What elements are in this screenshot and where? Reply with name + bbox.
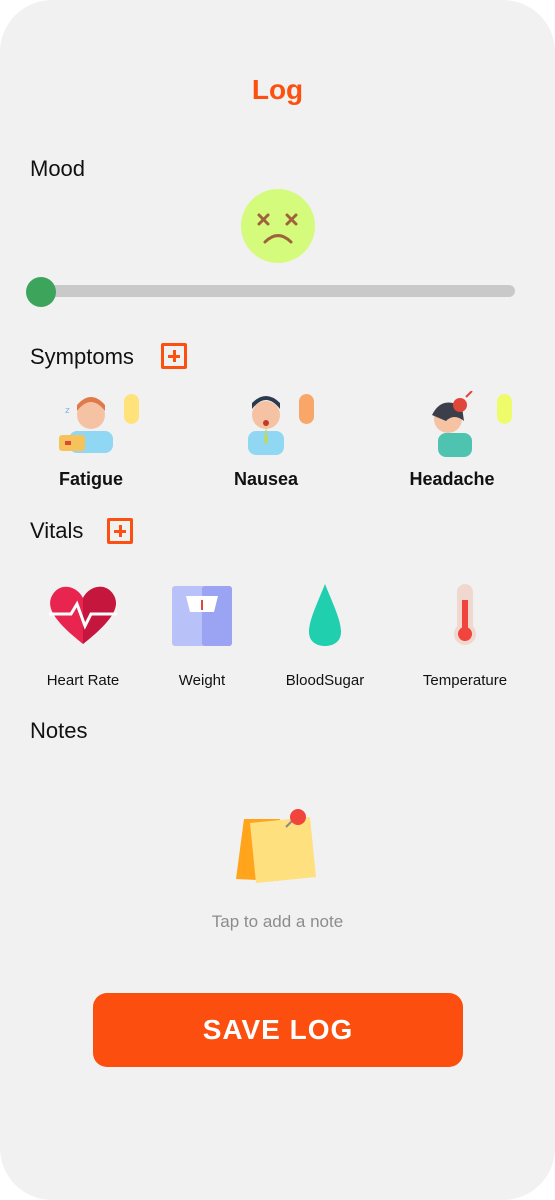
symptoms-heading: Symptoms <box>30 344 134 369</box>
svg-text:z: z <box>65 406 70 416</box>
vital-label: Heart Rate <box>46 672 120 689</box>
dizzy-sad-face-icon <box>241 189 315 263</box>
symptom-nausea[interactable]: Nausea <box>196 391 336 489</box>
symptom-label: Fatigue <box>58 469 123 489</box>
save-log-button[interactable]: SAVE LOG <box>93 993 463 1067</box>
vital-weight[interactable]: Weight <box>142 580 262 689</box>
symptom-headache[interactable]: Headache <box>382 390 522 489</box>
vitals-heading: Vitals <box>30 518 84 543</box>
nausea-person-icon <box>248 396 284 455</box>
page-title: Log <box>251 74 304 105</box>
heart-rate-icon <box>49 586 117 644</box>
symptom-label: Nausea <box>233 469 299 489</box>
vital-temperature[interactable]: Temperature <box>405 580 525 689</box>
nausea-severity-indicator[interactable] <box>299 394 314 424</box>
vital-label: Temperature <box>422 672 508 689</box>
add-vital-button[interactable] <box>107 518 133 544</box>
mood-heading: Mood <box>30 156 86 181</box>
blood-drop-icon <box>309 584 341 646</box>
fatigue-severity-indicator[interactable] <box>124 394 139 424</box>
add-note-hint[interactable]: Tap to add a note <box>0 912 555 932</box>
headache-severity-indicator[interactable] <box>497 394 512 424</box>
vital-blood-sugar[interactable]: BloodSugar <box>265 580 385 689</box>
notes-heading: Notes <box>30 718 88 743</box>
sticky-note-icon[interactable] <box>228 805 328 890</box>
fatigue-person-icon: z <box>59 397 113 453</box>
screen: Log Mood Symptoms z Fatigue Nausea Heada… <box>0 0 555 1200</box>
mood-slider-thumb[interactable] <box>26 277 56 307</box>
symptom-label: Headache <box>409 469 495 489</box>
weight-scale-icon <box>172 586 232 646</box>
vital-heart-rate[interactable]: Heart Rate <box>23 580 143 689</box>
mood-slider-track[interactable] <box>30 285 515 297</box>
symptom-fatigue[interactable]: z Fatigue <box>21 391 161 489</box>
add-symptom-button[interactable] <box>161 343 187 369</box>
vital-label: Weight <box>178 672 226 689</box>
vital-label: BloodSugar <box>285 672 365 689</box>
thermometer-icon <box>454 584 476 645</box>
